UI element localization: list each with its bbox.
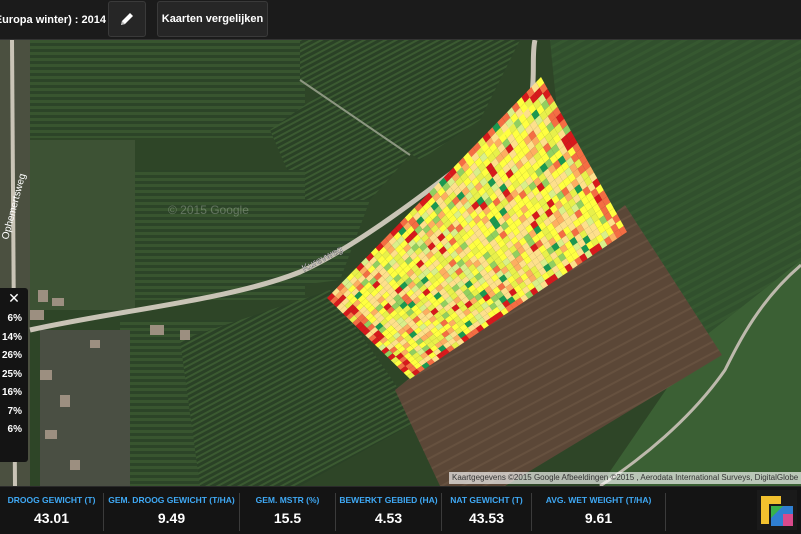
stat-label: NAT GEWICHT (T) (450, 495, 523, 505)
close-icon[interactable]: ✕ (0, 288, 28, 308)
legend-item: 7% (7, 405, 22, 417)
stat-label: GEM. DROOG GEWICHT (T/HA) (108, 495, 235, 505)
stat-avg-moisture: GEM. MSTR (%) 15.5 (240, 493, 336, 531)
app-logo-icon (757, 490, 797, 530)
stat-value: 9.49 (157, 510, 186, 526)
legend-list: 6% 14% 26% 25% 16% 7% 6% (0, 310, 28, 440)
stat-value: 4.53 (374, 510, 403, 526)
stat-wet-weight: NAT GEWICHT (T) 43.53 (442, 493, 532, 531)
satellite-image: Kurevweg Ophemertsweg © 2015 Google (0, 40, 801, 486)
stat-worked-area: BEWERKT GEBIED (HA) 4.53 (336, 493, 442, 531)
stat-label: GEM. MSTR (%) (255, 495, 320, 505)
top-toolbar: (Europa winter) : 2014 Kaarten vergelijk… (0, 0, 801, 40)
stat-value: 9.61 (584, 510, 613, 526)
legend-item: 26% (1, 350, 22, 361)
stat-avg-wet-weight: AVG. WET WEIGHT (T/HA) 9.61 (532, 493, 666, 531)
legend-item: 6% (7, 424, 22, 435)
statistics-bar: DROOG GEWICHT (T) 43.01 GEM. DROOG GEWIC… (0, 486, 801, 534)
legend-item: 25% (1, 368, 22, 380)
legend-item: 6% (7, 313, 22, 324)
stat-dry-weight: DROOG GEWICHT (T) 43.01 (0, 493, 104, 531)
stat-label: DROOG GEWICHT (T) (7, 495, 96, 505)
google-watermark: © 2015 Google (168, 203, 249, 217)
stat-avg-dry-weight: GEM. DROOG GEWICHT (T/HA) 9.49 (104, 493, 240, 531)
stat-value: 43.53 (468, 510, 505, 526)
yield-map[interactable]: Kurevweg Ophemertsweg © 2015 Google Kaar… (0, 40, 801, 486)
legend-item: 14% (1, 331, 22, 343)
stat-label: AVG. WET WEIGHT (T/HA) (545, 495, 652, 505)
stat-value: 15.5 (273, 510, 302, 526)
pencil-icon (121, 13, 133, 25)
edit-button[interactable] (108, 1, 146, 37)
map-attribution: Kaartgegevens ©2015 Google Afbeeldingen … (449, 472, 801, 484)
stat-value: 43.01 (33, 510, 70, 526)
yield-legend: ✕ 6% 14% 26% 25% 16% 7% 6% (0, 288, 28, 462)
compare-maps-button[interactable]: Kaarten vergelijken (157, 1, 268, 37)
map-title: (Europa winter) : 2014 (0, 14, 106, 26)
legend-item: 16% (1, 387, 22, 398)
stat-label: BEWERKT GEBIED (HA) (339, 495, 438, 505)
